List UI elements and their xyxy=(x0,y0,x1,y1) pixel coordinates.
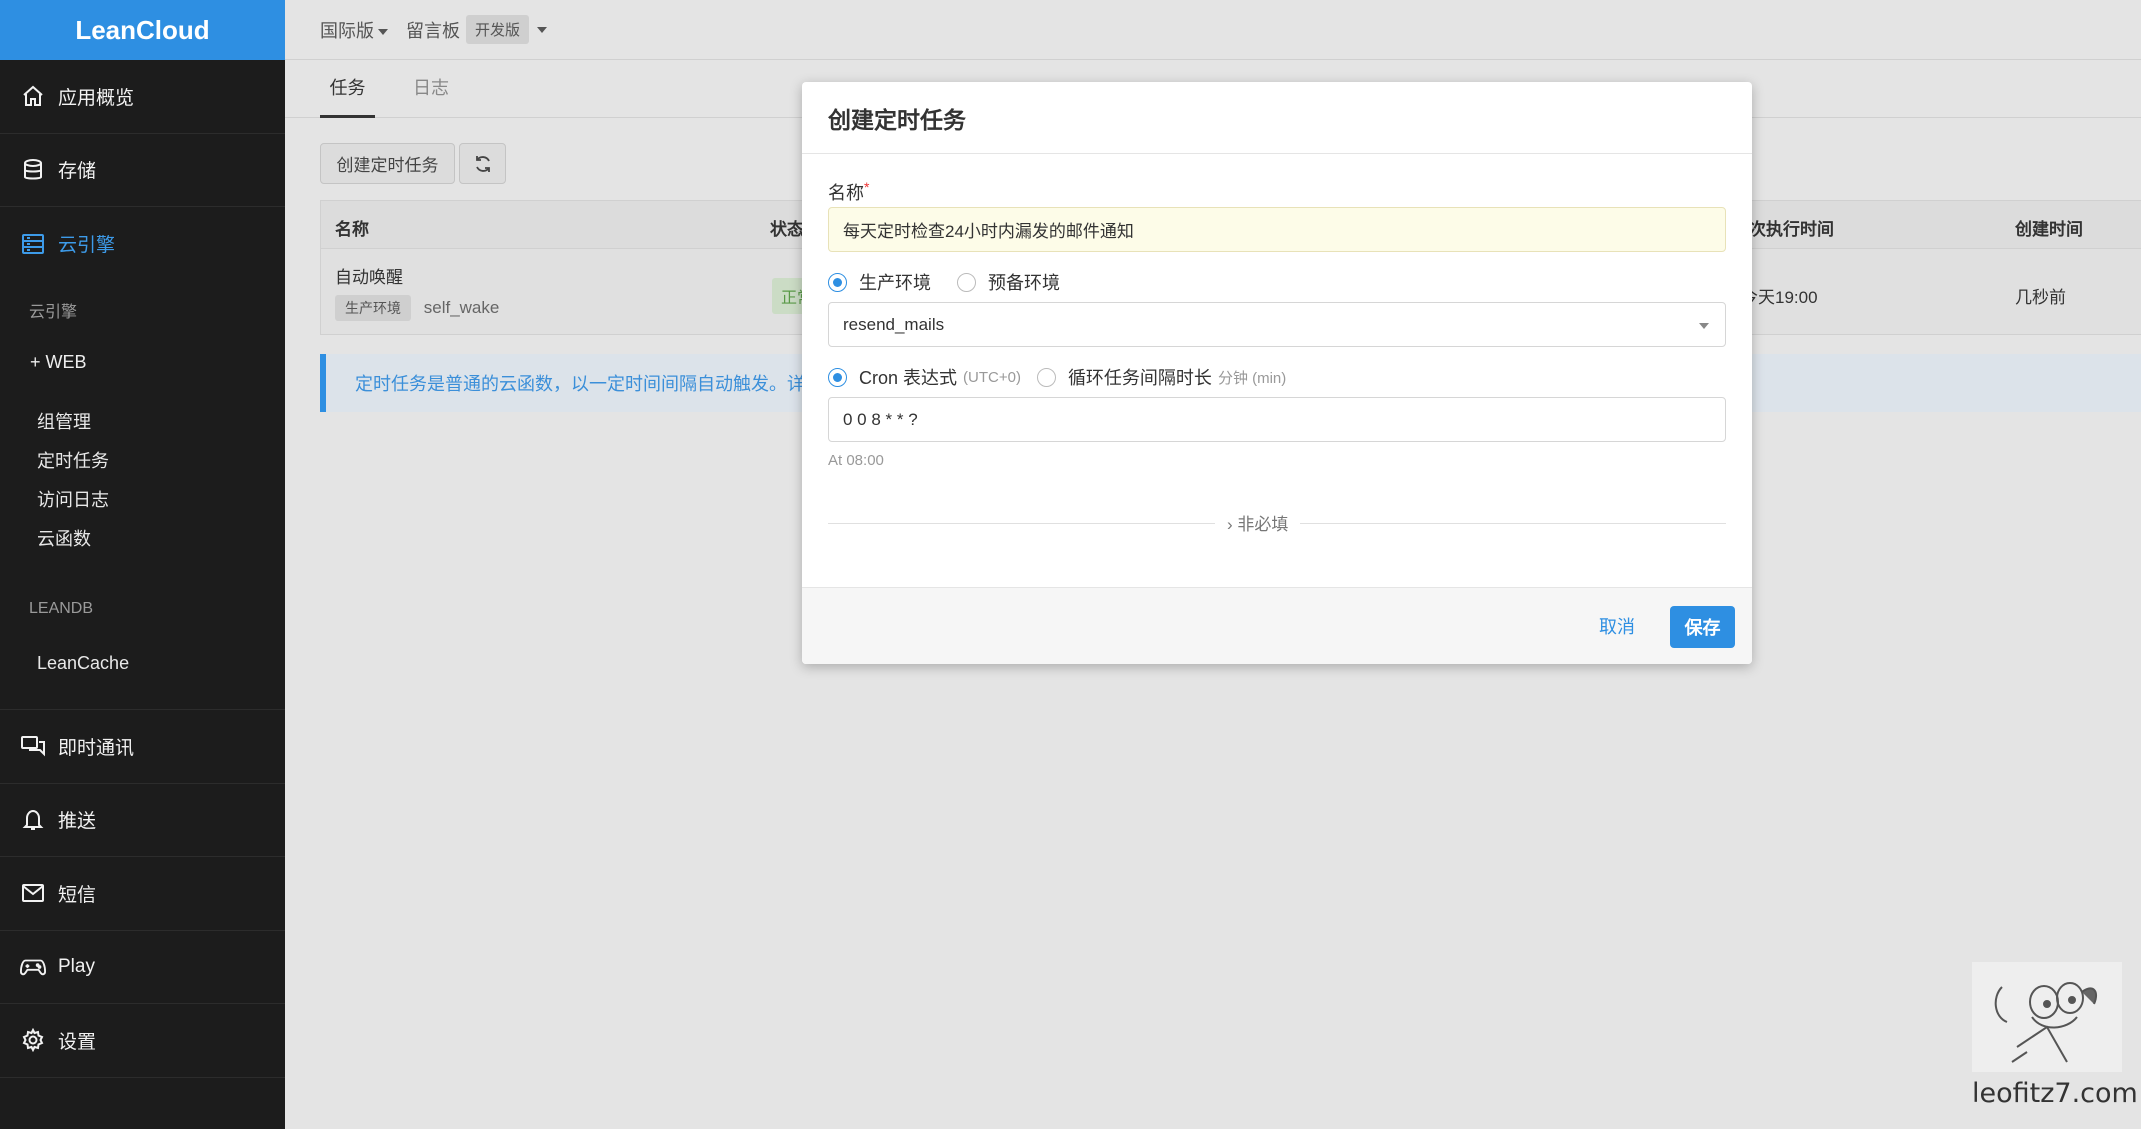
sidebar-item-settings[interactable]: 设置 xyxy=(0,1004,285,1078)
sidebar-item-engine[interactable]: 云引擎 xyxy=(0,207,285,281)
sidebar-item-label: 推送 xyxy=(58,811,97,833)
radio-unchecked-icon xyxy=(957,272,976,292)
env-option-production[interactable]: 生产环境 xyxy=(828,269,931,295)
sidebar: LeanCloud 应用概览 存储 云引擎 云引擎 + WEB 组管理 定时任务… xyxy=(0,0,285,1129)
radio-checked-icon xyxy=(828,367,847,387)
watermark-doodle xyxy=(1972,962,2122,1072)
tab-logs[interactable]: 日志 xyxy=(413,60,449,118)
env-option-staging[interactable]: 预备环境 xyxy=(957,269,1060,295)
app-dropdown-icon[interactable] xyxy=(537,26,548,33)
sidebar-item-overview[interactable]: 应用概览 xyxy=(0,60,285,134)
sidebar-item-im[interactable]: 即时通讯 xyxy=(0,710,285,784)
modal-footer: 取消 保存 xyxy=(802,587,1752,664)
job-created: 几秒前 xyxy=(2015,288,2066,307)
create-cron-job-modal: 创建定时任务 名称* 每天定时检查24小时内漏发的邮件通知 生产环境 预备环境 … xyxy=(802,82,1752,664)
col-created: 创建时间 xyxy=(2015,220,2083,239)
create-cron-job-button[interactable]: 创建定时任务 xyxy=(320,143,455,184)
schedule-option-cron[interactable]: Cron 表达式 (UTC+0) xyxy=(828,364,1021,390)
plan-badge: 开发版 xyxy=(466,15,530,44)
job-next-run: 今天19:00 xyxy=(1741,288,1818,307)
modal-title: 创建定时任务 xyxy=(802,82,1752,154)
topbar: 国际版 留言板 开发版 xyxy=(285,0,2141,60)
gamepad-icon xyxy=(20,954,46,980)
sidebar-subitem-leancache[interactable]: LeanCache xyxy=(37,653,129,674)
refresh-button[interactable] xyxy=(459,143,506,184)
sidebar-item-sms[interactable]: 短信 xyxy=(0,857,285,931)
job-name: 自动唤醒 xyxy=(335,268,403,287)
chevron-right-icon: › xyxy=(1227,515,1233,534)
sidebar-item-label: Play xyxy=(58,955,95,977)
sidebar-item-label: 云引擎 xyxy=(58,235,116,257)
env-tag: 生产环境 xyxy=(335,295,411,321)
function-select-value: resend_mails xyxy=(843,314,945,334)
info-text: 定时任务是普通的云函数，以一定时间间隔自动触发。详情 xyxy=(355,374,823,394)
sidebar-item-label: 应用概览 xyxy=(58,87,135,109)
tab-tasks[interactable]: 任务 xyxy=(320,60,375,118)
sidebar-item-push[interactable]: 推送 xyxy=(0,784,285,857)
sidebar-item-label: 设置 xyxy=(58,1031,97,1053)
brand-logo[interactable]: LeanCloud xyxy=(0,0,285,60)
sidebar-item-label: 即时通讯 xyxy=(58,737,135,759)
sidebar-item-label: 短信 xyxy=(58,884,97,906)
radio-unchecked-icon xyxy=(1036,367,1056,387)
job-name-input[interactable]: 每天定时检查24小时内漏发的邮件通知 xyxy=(828,207,1726,252)
save-button[interactable]: 保存 xyxy=(1670,606,1735,648)
sidebar-subitem-groups[interactable]: 组管理 xyxy=(37,408,91,434)
optional-fields-toggle[interactable]: › 非必填 xyxy=(1215,510,1301,535)
watermark-text: leofitz7.com xyxy=(1972,1078,2138,1109)
cancel-button[interactable]: 取消 xyxy=(1599,613,1635,639)
function-select[interactable]: resend_mails xyxy=(828,302,1726,347)
web-group-link[interactable]: + WEB xyxy=(30,352,87,373)
schedule-option-interval[interactable]: 循环任务间隔时长 分钟 (min) xyxy=(1036,364,1286,390)
chevron-down-icon xyxy=(1699,323,1709,329)
sidebar-subitem-cron-jobs[interactable]: 定时任务 xyxy=(37,447,109,473)
chevron-down-icon xyxy=(378,28,388,35)
region-selector[interactable]: 国际版 xyxy=(320,17,388,43)
cron-expression-input[interactable]: 0 0 8 * * ? xyxy=(828,397,1726,442)
app-name[interactable]: 留言板 xyxy=(406,17,460,43)
bell-icon xyxy=(20,807,46,833)
job-function: self_wake xyxy=(423,298,500,317)
engine-subheading: 云引擎 xyxy=(29,304,78,321)
database-icon xyxy=(20,157,46,183)
col-status: 状态 xyxy=(770,220,804,239)
sidebar-item-label: 存储 xyxy=(58,161,97,183)
refresh-icon xyxy=(475,155,490,172)
sidebar-item-play[interactable]: Play xyxy=(0,931,285,1004)
name-label: 名称* xyxy=(828,179,870,203)
sidebar-subitem-access-logs[interactable]: 访问日志 xyxy=(37,486,109,512)
required-mark: * xyxy=(864,179,870,195)
mail-icon xyxy=(20,880,46,906)
leandb-subheading: LEANDB xyxy=(29,600,94,617)
sidebar-item-storage[interactable]: 存储 xyxy=(0,134,285,207)
sidebar-subitem-cloud-functions[interactable]: 云函数 xyxy=(37,525,91,551)
cron-hint: At 08:00 xyxy=(828,452,884,469)
server-icon xyxy=(20,231,46,257)
chat-icon xyxy=(20,733,46,759)
gear-icon xyxy=(20,1027,46,1053)
radio-checked-icon xyxy=(828,272,847,292)
home-icon xyxy=(20,83,46,109)
col-name: 名称 xyxy=(335,220,369,239)
